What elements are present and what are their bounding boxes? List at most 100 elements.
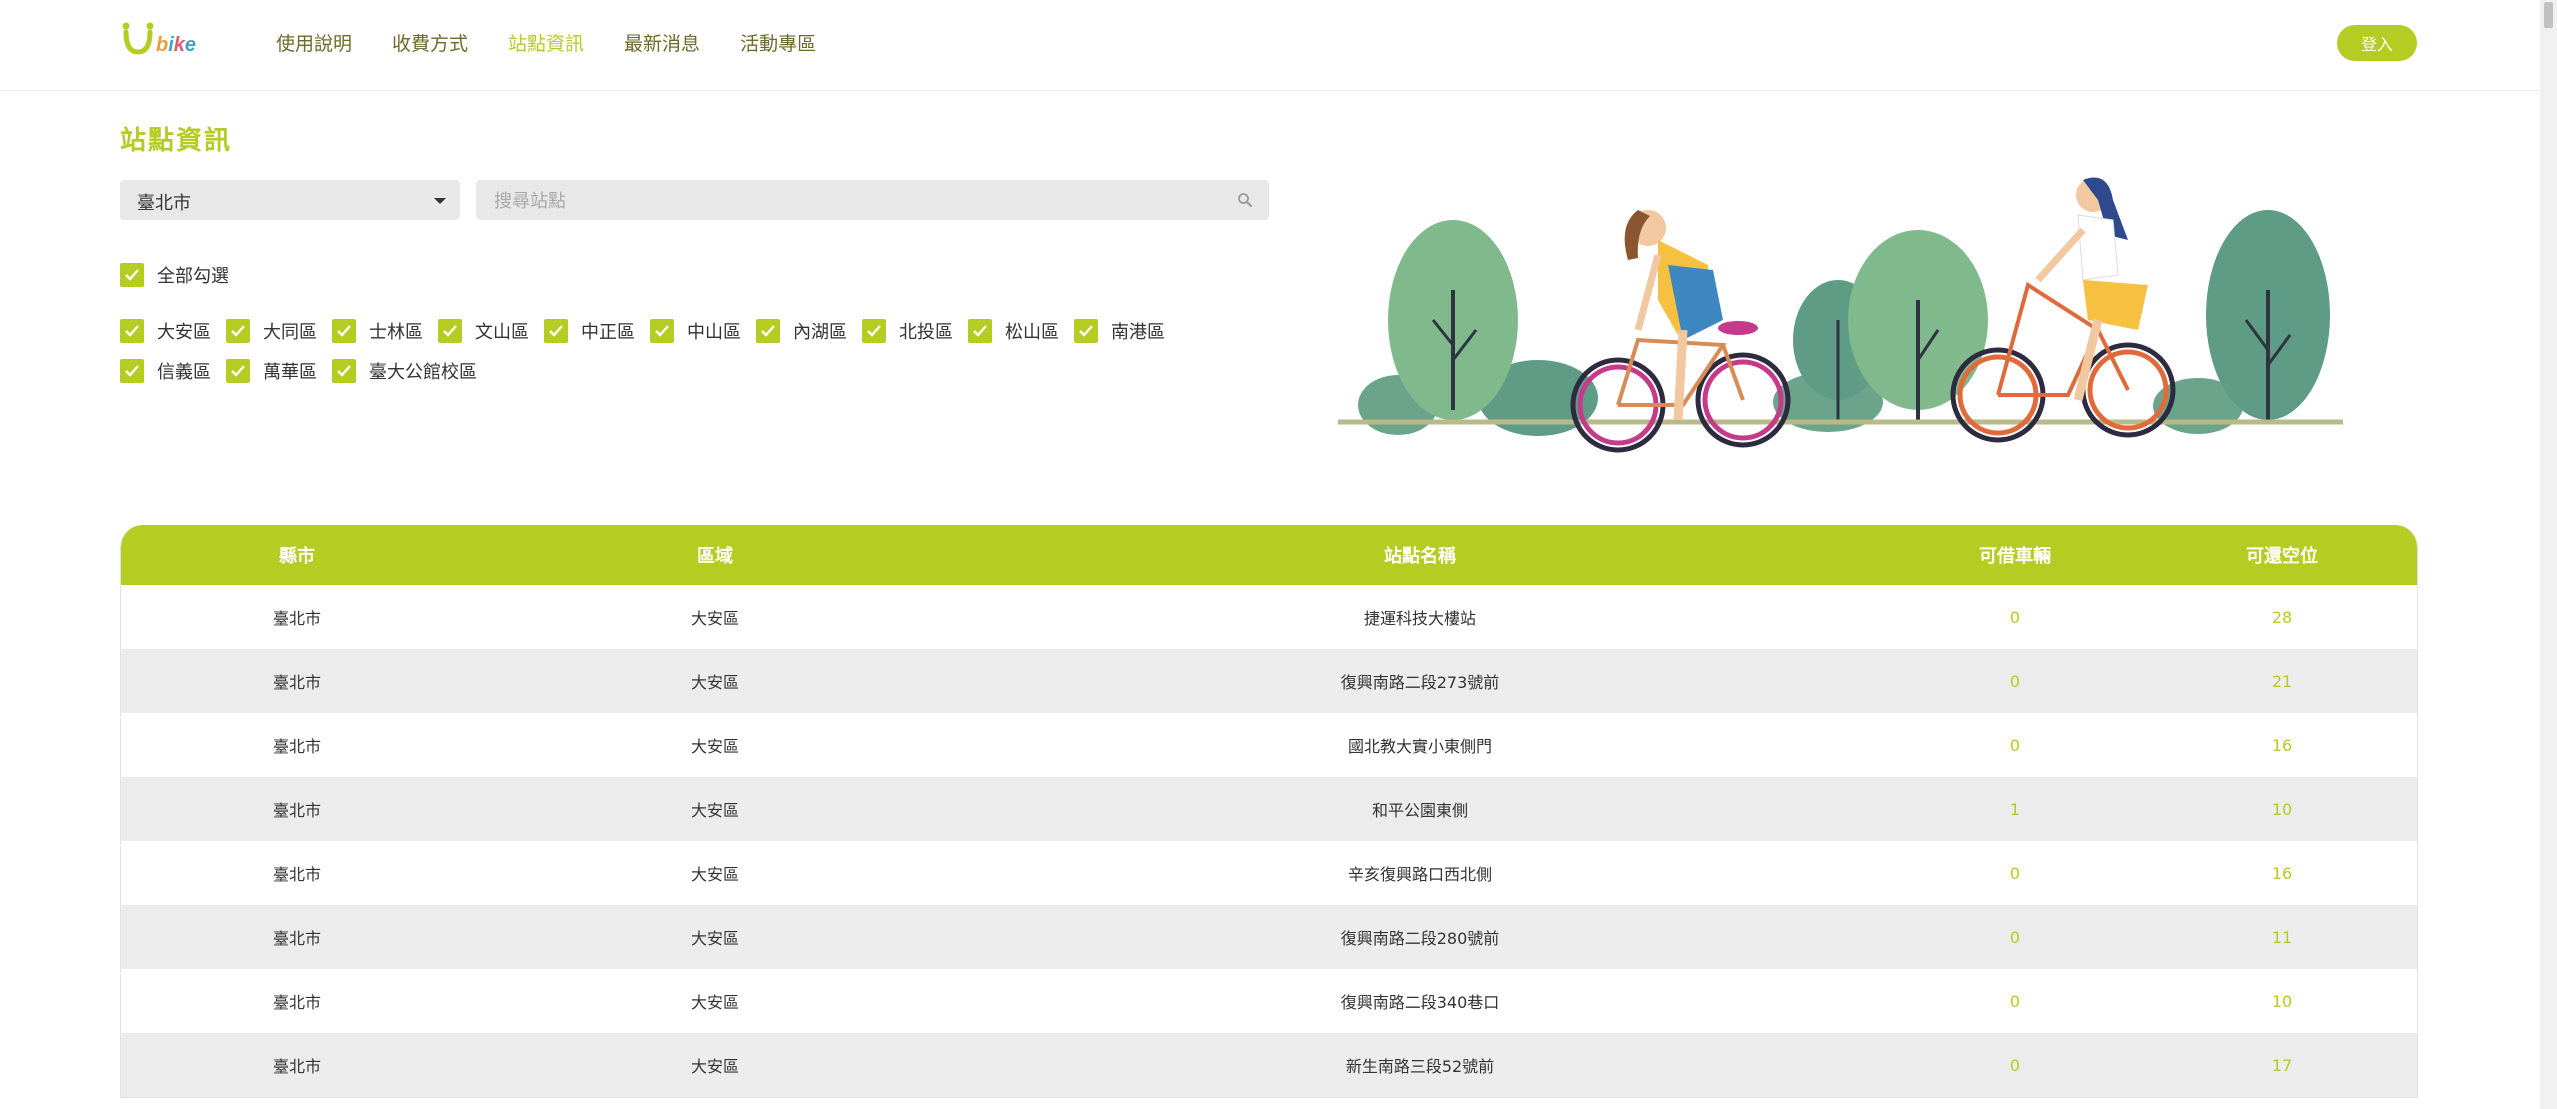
district-checkbox[interactable]: 文山區 bbox=[438, 318, 544, 344]
checkbox-checked-icon bbox=[120, 319, 144, 343]
checkbox-checked-icon bbox=[1074, 319, 1098, 343]
check-all-checkbox[interactable]: 全部勾選 bbox=[120, 262, 229, 288]
cell-empty: 10 bbox=[2271, 991, 2293, 1011]
district-checkbox[interactable]: 臺大公館校區 bbox=[332, 358, 482, 384]
cell-area: 大安區 bbox=[690, 737, 739, 756]
cell-empty: 16 bbox=[2271, 863, 2293, 883]
table-row[interactable]: 臺北市 大安區 捷運科技大樓站 0 28 bbox=[121, 585, 2417, 649]
district-label: 大同區 bbox=[263, 322, 317, 343]
cell-station-name: 復興南路二段340巷口 bbox=[1340, 993, 1500, 1012]
cell-station-name: 捷運科技大樓站 bbox=[1363, 609, 1476, 628]
search-icon[interactable] bbox=[1237, 192, 1253, 208]
district-checkbox[interactable]: 信義區 bbox=[120, 358, 226, 384]
login-button[interactable]: 登入 bbox=[2337, 25, 2417, 61]
table-row[interactable]: 臺北市 大安區 辛亥復興路口西北側 0 16 bbox=[121, 841, 2417, 905]
logo-text: bike bbox=[156, 34, 196, 56]
cell-station-name: 新生南路三段52號前 bbox=[1345, 1057, 1495, 1076]
cell-empty: 16 bbox=[2271, 735, 2293, 755]
district-checkbox[interactable]: 大安區 bbox=[120, 318, 226, 344]
cell-city: 臺北市 bbox=[272, 929, 321, 948]
cell-station-name: 復興南路二段273號前 bbox=[1340, 673, 1500, 692]
district-label: 士林區 bbox=[369, 322, 423, 343]
district-label: 文山區 bbox=[475, 322, 529, 343]
table-row[interactable]: 臺北市 大安區 復興南路二段340巷口 0 10 bbox=[121, 969, 2417, 1033]
district-label: 大安區 bbox=[157, 322, 211, 343]
check-all-label: 全部勾選 bbox=[157, 266, 229, 287]
nav-item-news[interactable]: 最新消息 bbox=[624, 30, 700, 58]
cell-available: 0 bbox=[2009, 1055, 2021, 1075]
cyclists-illustration bbox=[1338, 177, 2343, 453]
cell-city: 臺北市 bbox=[272, 1057, 321, 1076]
cell-area: 大安區 bbox=[690, 865, 739, 884]
station-table: 縣市 區域 站點名稱 可借車輛 可還空位 臺北市 大安區 捷運科技大樓站 0 2… bbox=[120, 525, 2418, 1098]
district-label: 中山區 bbox=[687, 322, 741, 343]
district-checkbox[interactable]: 內湖區 bbox=[756, 318, 862, 344]
header-city[interactable]: 縣市 bbox=[121, 525, 473, 585]
caret-down-icon bbox=[434, 198, 446, 204]
cell-station-name: 辛亥復興路口西北側 bbox=[1347, 865, 1492, 884]
table-row[interactable]: 臺北市 大安區 新生南路三段52號前 0 17 bbox=[121, 1033, 2417, 1097]
checkbox-checked-icon bbox=[650, 319, 674, 343]
header-station-name[interactable]: 站點名稱 bbox=[957, 525, 1883, 585]
district-checkbox-list: 大安區 大同區 士林區 文山區 中正區 中山區 內湖區 北投區 松山區 南港區 … bbox=[120, 318, 1280, 384]
district-label: 臺大公館校區 bbox=[369, 362, 477, 383]
table-row[interactable]: 臺北市 大安區 和平公園東側 1 10 bbox=[121, 777, 2417, 841]
cell-available: 0 bbox=[2009, 991, 2021, 1011]
cell-station-name: 和平公園東側 bbox=[1371, 801, 1468, 820]
ubike-logo[interactable]: bike bbox=[120, 18, 220, 60]
district-checkbox[interactable]: 南港區 bbox=[1074, 318, 1180, 344]
district-label: 南港區 bbox=[1111, 322, 1165, 343]
district-checkbox[interactable]: 士林區 bbox=[332, 318, 438, 344]
checkbox-checked-icon bbox=[332, 319, 356, 343]
header-area[interactable]: 區域 bbox=[473, 525, 957, 585]
station-search[interactable] bbox=[476, 180, 1269, 222]
main-nav: 使用說明 收費方式 站點資訊 最新消息 活動專區 bbox=[276, 30, 816, 58]
checkbox-checked-icon bbox=[756, 319, 780, 343]
cell-available: 0 bbox=[2009, 671, 2021, 691]
cell-empty: 21 bbox=[2271, 671, 2293, 691]
cell-empty: 17 bbox=[2271, 1055, 2293, 1075]
district-checkbox[interactable]: 萬華區 bbox=[226, 358, 332, 384]
cell-city: 臺北市 bbox=[272, 993, 321, 1012]
cell-station-name: 國北教大實小東側門 bbox=[1347, 737, 1492, 756]
cell-station-name: 復興南路二段280號前 bbox=[1340, 929, 1500, 948]
page-scrollbar[interactable] bbox=[2540, 0, 2557, 1109]
district-checkbox[interactable]: 大同區 bbox=[226, 318, 332, 344]
nav-item-pricing[interactable]: 收費方式 bbox=[392, 30, 468, 58]
scrollbar-thumb[interactable] bbox=[2544, 2, 2553, 28]
table-row[interactable]: 臺北市 大安區 復興南路二段280號前 0 11 bbox=[121, 905, 2417, 969]
table-row[interactable]: 臺北市 大安區 國北教大實小東側門 0 16 bbox=[121, 713, 2417, 777]
cell-available: 0 bbox=[2009, 735, 2021, 755]
cell-city: 臺北市 bbox=[272, 609, 321, 628]
table-row[interactable]: 臺北市 大安區 復興南路二段273號前 0 21 bbox=[121, 649, 2417, 713]
cell-available: 0 bbox=[2009, 863, 2021, 883]
district-checkbox[interactable]: 中正區 bbox=[544, 318, 650, 344]
checkbox-checked-icon bbox=[226, 359, 250, 383]
header-empty-docks[interactable]: 可還空位 bbox=[2147, 525, 2417, 585]
cell-empty: 11 bbox=[2271, 927, 2293, 947]
checkbox-checked-icon bbox=[120, 263, 144, 287]
nav-item-stations[interactable]: 站點資訊 bbox=[508, 30, 584, 58]
nav-item-instructions[interactable]: 使用說明 bbox=[276, 30, 352, 58]
cell-area: 大安區 bbox=[690, 609, 739, 628]
table-header: 縣市 區域 站點名稱 可借車輛 可還空位 bbox=[121, 525, 2417, 585]
district-label: 中正區 bbox=[581, 322, 635, 343]
district-checkbox[interactable]: 松山區 bbox=[968, 318, 1074, 344]
city-select[interactable]: 臺北市 bbox=[120, 180, 460, 220]
district-checkbox[interactable]: 北投區 bbox=[862, 318, 968, 344]
cell-available: 0 bbox=[2009, 927, 2021, 947]
header-available-bikes[interactable]: 可借車輛 bbox=[1883, 525, 2147, 585]
district-label: 信義區 bbox=[157, 362, 211, 383]
cell-area: 大安區 bbox=[690, 929, 739, 948]
city-select-value: 臺北市 bbox=[137, 193, 191, 214]
station-search-input[interactable] bbox=[492, 180, 1216, 222]
cell-area: 大安區 bbox=[690, 993, 739, 1012]
checkbox-checked-icon bbox=[968, 319, 992, 343]
district-checkbox[interactable]: 中山區 bbox=[650, 318, 756, 344]
district-label: 北投區 bbox=[899, 322, 953, 343]
nav-item-events[interactable]: 活動專區 bbox=[740, 30, 816, 58]
checkbox-checked-icon bbox=[120, 359, 144, 383]
checkbox-checked-icon bbox=[544, 319, 568, 343]
cell-city: 臺北市 bbox=[272, 737, 321, 756]
cell-area: 大安區 bbox=[690, 673, 739, 692]
